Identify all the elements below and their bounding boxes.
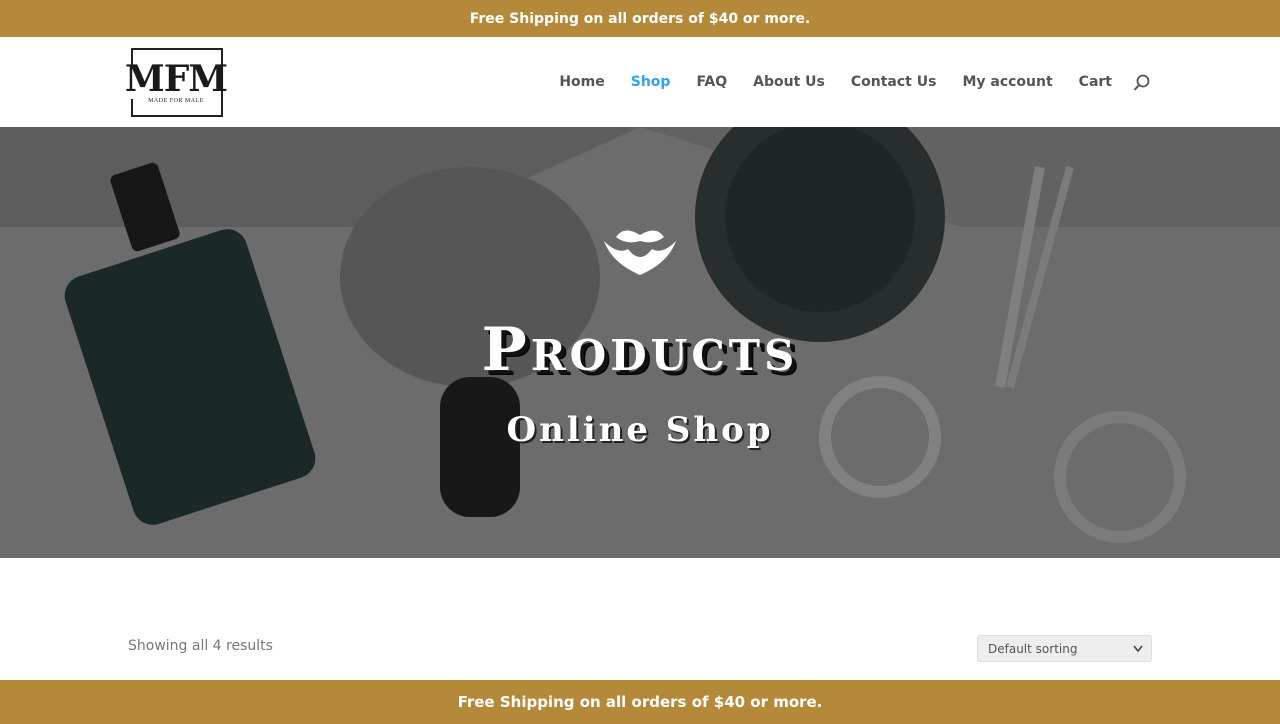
site-logo[interactable]: MFM MADE FOR MALE: [125, 48, 228, 117]
results-count: Showing all 4 results: [128, 638, 273, 654]
main-nav: Home Shop FAQ About Us Contact Us My acc…: [533, 37, 1112, 127]
nav-item-cart[interactable]: Cart: [1079, 74, 1112, 90]
nav-item-shop[interactable]: Shop: [631, 74, 671, 90]
chevron-down-icon: [1133, 645, 1143, 653]
sort-selected-value: Default sorting: [988, 641, 1078, 656]
nav-item-faq[interactable]: FAQ: [696, 74, 727, 90]
nav-item-home[interactable]: Home: [559, 74, 604, 90]
hero-banner: Products Online Shop: [0, 127, 1280, 558]
site-header: MFM MADE FOR MALE Home Shop FAQ About Us…: [0, 37, 1280, 127]
search-icon[interactable]: [1133, 74, 1151, 92]
beard-mustache-icon: [604, 230, 676, 275]
hero-subtitle: Online Shop: [506, 410, 774, 450]
logo-mark: MFM: [124, 58, 228, 100]
nav-item-my-account[interactable]: My account: [962, 74, 1052, 90]
nav-item-about-us[interactable]: About Us: [753, 74, 825, 90]
bottom-shipping-banner: Free Shipping on all orders of $40 or mo…: [0, 680, 1280, 724]
logo-tagline: MADE FOR MALE: [148, 98, 204, 104]
nav-item-contact-us[interactable]: Contact Us: [851, 74, 937, 90]
top-shipping-banner: Free Shipping on all orders of $40 or mo…: [0, 0, 1280, 37]
sort-select[interactable]: Default sorting: [977, 635, 1152, 662]
top-banner-text: Free Shipping on all orders of $40 or mo…: [469, 10, 811, 27]
hero-title: Products: [481, 315, 799, 385]
bottom-banner-text: Free Shipping on all orders of $40 or mo…: [457, 693, 823, 711]
